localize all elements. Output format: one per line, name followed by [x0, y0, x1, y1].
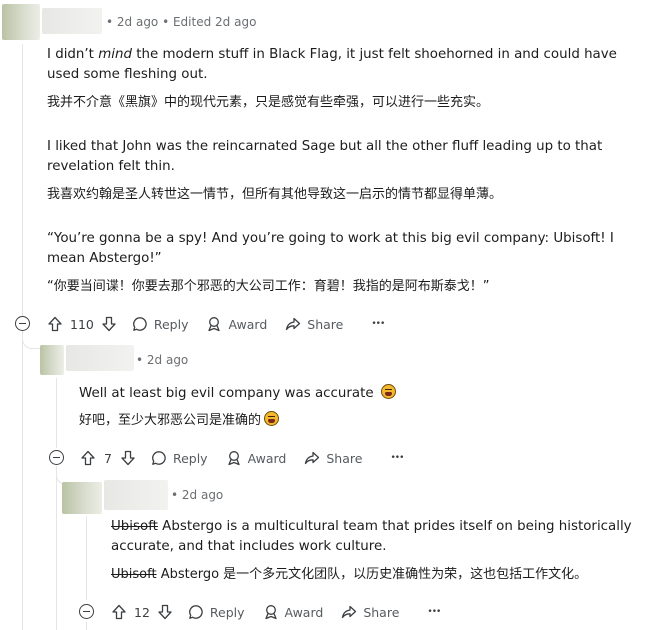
emoji-icon [264, 411, 280, 426]
comment-text-translation: 我喜欢约翰是圣人转世这一情节，但所有其他导致这一启示的情节都显得单薄。 [47, 187, 503, 202]
share-icon [342, 605, 357, 619]
comment-text: I didn’t mind the modern stuff in Black … [47, 47, 617, 82]
comment-text-translation: Ubisoft Abstergo 是一个多元文化团队，以历史准确性为荣，这也包括… [111, 567, 588, 582]
award-icon [208, 317, 221, 332]
reply-label: Reply [172, 450, 208, 466]
comment-meta: • 2d ago • Edited 2d ago [106, 15, 257, 29]
downvote-button[interactable] [157, 604, 173, 620]
comment-text-translation: 好吧，至少大邪恶公司是准确的 [79, 411, 639, 431]
username[interactable] [42, 8, 102, 34]
avatar[interactable] [62, 482, 102, 514]
comment-text: Ubisoft Abstergo is a multicultural team… [111, 519, 632, 554]
emoji-icon [380, 384, 396, 399]
downvote-icon [121, 450, 135, 466]
share-button[interactable]: Share [304, 450, 362, 466]
more-options-button[interactable]: ••• [390, 453, 404, 463]
comment-icon [189, 605, 203, 619]
reply-button[interactable]: Reply [132, 316, 189, 332]
comment-icon [132, 317, 147, 331]
award-label: Award [247, 450, 287, 466]
upvote-button[interactable] [111, 604, 127, 620]
thread-line [86, 516, 87, 600]
comment-text: I liked that John was the reincarnated S… [47, 139, 603, 174]
collapse-icon[interactable] [49, 450, 64, 465]
share-icon [286, 317, 301, 331]
reply-label: Reply [153, 316, 189, 332]
downvote-button[interactable] [120, 450, 136, 466]
thread-line [56, 378, 57, 448]
comment-meta: • 2d ago [136, 353, 189, 367]
award-icon [227, 451, 240, 466]
share-button[interactable]: Share [285, 316, 343, 332]
vote-count: 7 [104, 450, 112, 466]
vote-count: 110 [70, 316, 94, 332]
more-options-button[interactable]: ••• [371, 319, 385, 329]
share-label: Share [307, 316, 344, 332]
share-button[interactable]: Share [341, 604, 399, 620]
award-label: Award [228, 316, 268, 332]
reply-label: Reply [209, 604, 245, 620]
strikethrough-text: Ubisoft [111, 567, 157, 582]
username[interactable] [66, 345, 134, 371]
more-icon: ••• [371, 319, 385, 329]
upvote-icon [48, 316, 62, 332]
collapse-icon[interactable] [79, 604, 94, 619]
avatar[interactable] [40, 345, 64, 375]
share-icon [305, 451, 320, 465]
downvote-button[interactable] [101, 316, 117, 332]
more-icon: ••• [427, 607, 441, 617]
award-button[interactable]: Award [206, 316, 267, 332]
comment-text: Well at least big evil company was accur… [79, 384, 639, 404]
thread-line [56, 470, 57, 630]
award-label: Award [284, 604, 324, 620]
downvote-icon [102, 316, 116, 332]
comment-actions: 110 Reply Award Share ••• [47, 311, 385, 337]
comment-actions: 12 Reply Award Share ••• [111, 599, 441, 625]
upvote-button[interactable] [80, 450, 96, 466]
thread-line [22, 334, 23, 630]
strikethrough-text: Ubisoft [111, 519, 158, 534]
upvote-icon [81, 450, 95, 466]
upvote-button[interactable] [47, 316, 63, 332]
comment-actions: 7 Reply Award Share ••• [80, 445, 404, 471]
award-icon [264, 605, 277, 620]
avatar[interactable] [2, 4, 40, 40]
thread-elbow [22, 330, 41, 349]
comment-icon [152, 451, 166, 465]
comment-meta: • 2d ago [171, 488, 224, 502]
comment-text-translation: 我并不介意《黑旗》中的现代元素，只是感觉有些牵强，可以进行一些充实。 [47, 95, 490, 110]
award-button[interactable]: Award [226, 450, 287, 466]
comment-text: “You’re gonna be a spy! And you’re going… [47, 231, 614, 266]
share-label: Share [326, 450, 363, 466]
thread-line [86, 622, 87, 630]
downvote-icon [158, 604, 172, 620]
collapse-icon[interactable] [15, 316, 30, 331]
reply-button[interactable]: Reply [188, 604, 245, 620]
more-options-button[interactable]: ••• [427, 607, 441, 617]
username[interactable] [104, 480, 168, 510]
award-button[interactable]: Award [263, 604, 324, 620]
thread-line [22, 44, 23, 316]
reply-button[interactable]: Reply [151, 450, 208, 466]
upvote-icon [112, 604, 126, 620]
share-label: Share [363, 604, 400, 620]
more-icon: ••• [390, 453, 404, 463]
vote-count: 12 [134, 604, 150, 620]
comment-text-translation: “你要当间谍！你要去那个邪恶的大公司工作：育碧！我指的是阿布斯泰戈！” [47, 279, 490, 294]
